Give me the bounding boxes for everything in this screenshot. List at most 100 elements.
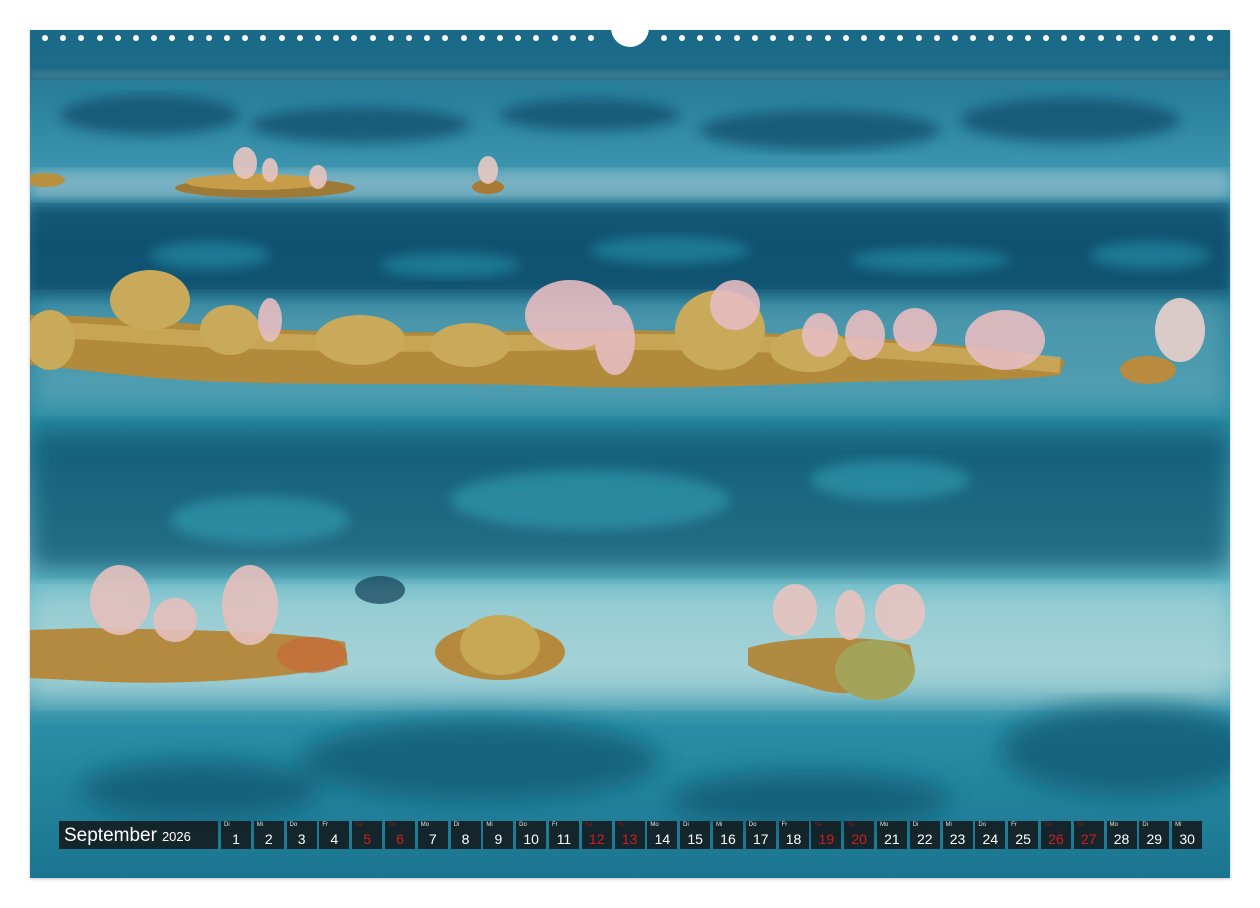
binding-hole: [478, 35, 485, 41]
day-number: 14: [654, 831, 671, 847]
calendar-sheet: September 2026 Di 1 Mi 2 Do 3 Fr 4 Sa 5 So 6 Mo 7 Di 8 M…: [0, 0, 1260, 908]
day-cell: Mo 14: [647, 821, 678, 849]
weekday-label: Fr: [551, 822, 558, 828]
day-cell: Mo 21: [876, 821, 907, 849]
day-number: 12: [588, 831, 605, 847]
weekday-label: Mo: [879, 822, 889, 828]
binding-hole: [96, 35, 103, 41]
binding-hole: [1206, 35, 1213, 41]
binding-hole: [1152, 35, 1159, 41]
weekday-label: Sa: [814, 822, 822, 828]
day-cell: Sa 19: [811, 821, 842, 849]
weekday-label: Di: [224, 822, 230, 828]
day-number: 6: [396, 831, 404, 847]
weekday-label: Di: [912, 822, 919, 828]
binding-hole: [788, 35, 795, 41]
binding-hole: [970, 35, 977, 41]
binding-hole: [842, 35, 849, 41]
day-cell: Di 29: [1139, 821, 1170, 849]
day-cell: Mo 28: [1106, 821, 1137, 849]
day-cell: Mi 30: [1172, 821, 1203, 849]
day-number: 20: [851, 831, 867, 847]
binding-hole: [442, 35, 449, 41]
weekday-label: Mo: [650, 822, 659, 828]
day-number: 11: [556, 831, 572, 847]
day-number: 18: [785, 831, 802, 847]
day-cell: So 13: [614, 821, 645, 849]
calendar-strip: September 2026 Di 1 Mi 2 Do 3 Fr 4 Sa 5 So 6 Mo 7 Di 8 M…: [59, 821, 1203, 849]
day-number: 7: [428, 831, 437, 847]
binding-hole: [151, 35, 158, 41]
month-name: September: [64, 824, 157, 846]
day-cell: Mi 23: [942, 821, 973, 849]
day-number: 13: [621, 831, 638, 847]
day-number: 15: [687, 831, 703, 847]
weekday-label: So: [847, 822, 855, 828]
binding-hole: [424, 35, 431, 41]
day-cell: Mi 16: [712, 821, 743, 849]
binding-hole: [114, 35, 121, 41]
day-number: 10: [523, 831, 539, 847]
binding-hole: [551, 35, 558, 41]
binding-hole: [278, 35, 285, 41]
binding-hole: [569, 35, 576, 41]
binding-hole: [915, 35, 922, 41]
binding-hole: [733, 35, 740, 41]
binding-hole: [1061, 35, 1068, 41]
day-number: 24: [982, 831, 999, 847]
day-number: 4: [330, 831, 339, 847]
binding-hole: [897, 35, 904, 41]
day-number: 2: [264, 831, 273, 847]
binding-hole: [988, 35, 995, 41]
weekday-label: Di: [1142, 822, 1148, 828]
binding-hole: [333, 35, 340, 41]
binding-hole: [1097, 35, 1104, 41]
binding-hole: [1079, 35, 1086, 41]
binding-hole: [315, 35, 321, 41]
weekday-label: Di: [683, 822, 689, 828]
day-number: 22: [916, 831, 933, 847]
day-cell: Sa 5: [352, 821, 383, 849]
day-cell: Fr 11: [548, 821, 579, 849]
day-cell: Mo 7: [417, 821, 448, 849]
day-cell: Mi 2: [253, 821, 284, 849]
binding-hole: [351, 35, 358, 41]
binding-hole: [588, 35, 594, 41]
weekday-label: Fr: [322, 822, 329, 828]
day-number: 26: [1048, 831, 1064, 847]
weekday-label: Mi: [1175, 822, 1182, 828]
weekday-label: Do: [289, 822, 298, 828]
binding-hole: [1024, 35, 1031, 41]
binding-hole: [224, 35, 230, 41]
day-number: 8: [461, 831, 470, 847]
binding-hole: [679, 35, 685, 41]
day-cell: So 20: [844, 821, 875, 849]
binding-hole: [952, 35, 958, 41]
binding-hole: [296, 35, 303, 41]
day-number: 5: [363, 831, 372, 847]
day-number: 28: [1113, 831, 1130, 847]
binding-hole: [660, 35, 667, 41]
weekday-label: Fr: [1011, 822, 1017, 828]
binding-hole: [1115, 35, 1122, 41]
weekday-label: Mi: [945, 822, 952, 828]
day-number: 30: [1179, 831, 1195, 847]
binding-hole: [187, 35, 194, 41]
binding-hole: [42, 35, 48, 41]
day-number: 23: [949, 831, 966, 847]
day-number: 16: [720, 831, 736, 847]
day-cell: Di 15: [680, 821, 711, 849]
day-cell: Fr 18: [778, 821, 809, 849]
month-label: September 2026: [59, 821, 218, 849]
binding-hole: [169, 35, 176, 41]
weekday-label: Mo: [1109, 822, 1118, 828]
binding-hole: [515, 35, 522, 41]
day-cell: Do 3: [286, 821, 317, 849]
binding-hole: [387, 35, 394, 41]
year-label: 2026: [161, 829, 191, 844]
binding-hole: [78, 35, 85, 41]
day-number: 9: [494, 831, 503, 847]
day-number: 21: [884, 831, 900, 847]
aerial-lake-image: [30, 30, 1230, 878]
binding-hole: [1170, 35, 1177, 41]
